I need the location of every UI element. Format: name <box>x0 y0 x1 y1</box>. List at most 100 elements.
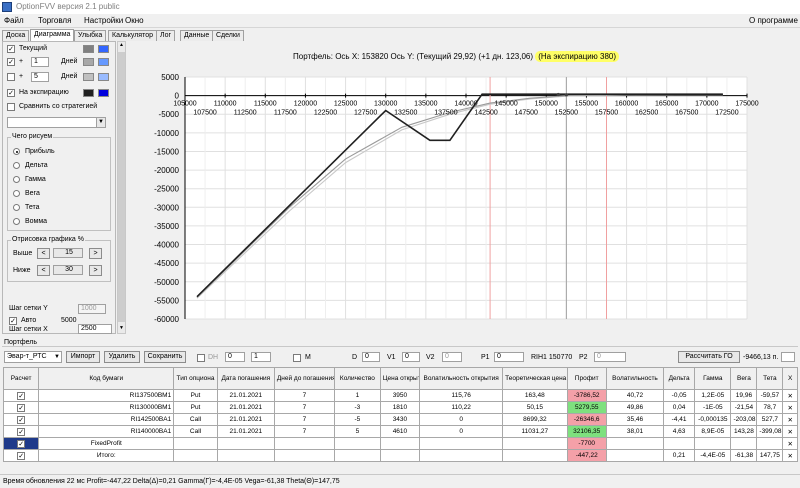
col-delta[interactable]: Дельта <box>663 367 696 390</box>
above-value[interactable]: 15 <box>53 248 83 258</box>
calc-checkbox[interactable]: ✓ <box>17 427 26 436</box>
scroll-thumb[interactable] <box>118 52 125 322</box>
col-open-vol[interactable]: Волатильность открытия <box>419 367 504 390</box>
fixed-profit-row[interactable]: ✓ FixedProfit -7700 ✕ <box>2 437 798 450</box>
fixed-calc-cell[interactable]: ✓ <box>2 437 40 450</box>
dh-spinner-1[interactable]: 0 <box>225 352 245 362</box>
plus1-days-input[interactable]: 1 <box>31 57 49 67</box>
above-decrease-button[interactable]: < <box>37 248 50 259</box>
table-row[interactable]: ✓ RI142500BA1 Call 21.01.2021 7 -5 3430 0 8699,3… <box>2 413 798 426</box>
d-input[interactable]: 0 <box>362 352 380 362</box>
tab-data[interactable]: Данные <box>180 30 214 41</box>
row-calc-checkbox[interactable]: ✓ <box>2 389 40 402</box>
menu-window[interactable]: Окно <box>125 16 144 25</box>
table-row[interactable]: ✓ RI130000BM1 Put 21.01.2021 7 -3 1810 110,22 50… <box>2 401 798 414</box>
p1-input[interactable]: 0 <box>494 352 524 362</box>
calc-checkbox[interactable]: ✓ <box>17 415 26 424</box>
tab-diagram[interactable]: Диаграмма <box>30 29 75 41</box>
table-row[interactable]: ✓ RI140000BA1 Call 21.01.2021 7 5 4610 0 11031,2… <box>2 425 798 438</box>
col-date[interactable]: Дата погашения <box>216 367 275 390</box>
settings-scrollbar[interactable]: ▲ ▼ <box>117 41 126 334</box>
radio-theta[interactable] <box>13 204 20 211</box>
calc-checkbox[interactable]: ✓ <box>17 391 26 400</box>
grid-x-select[interactable]: 2500 <box>78 324 112 334</box>
tab-calculator[interactable]: Калькулятор <box>108 30 157 41</box>
plus5-days-input[interactable]: 5 <box>31 72 49 82</box>
cell-delete[interactable]: ✕ <box>782 389 798 402</box>
p2-input[interactable]: 0 <box>594 352 626 362</box>
calculate-go-button[interactable]: Рассчитать ГО <box>678 351 740 363</box>
col-qty[interactable]: Количество <box>334 367 381 390</box>
menu-file[interactable]: Файл <box>4 16 24 25</box>
col-price[interactable]: Цена открытия <box>379 367 421 390</box>
menu-settings[interactable]: Настройки <box>84 16 123 25</box>
col-gamma[interactable]: Гамма <box>694 367 732 390</box>
menu-about[interactable]: О программе <box>749 16 798 25</box>
delete-button[interactable]: Удалить <box>104 351 140 363</box>
fixed-calc-checkbox[interactable]: ✓ <box>17 439 26 448</box>
cell-delete[interactable]: ✕ <box>782 401 798 414</box>
go-field[interactable] <box>781 352 795 362</box>
tab-log[interactable]: Лог <box>156 30 176 41</box>
auto-checkbox[interactable]: ✓ <box>9 317 17 325</box>
current-color-2[interactable] <box>98 45 109 53</box>
expiry-color-2[interactable] <box>98 89 109 97</box>
row-calc-checkbox[interactable]: ✓ <box>2 401 40 414</box>
expiry-color-1[interactable] <box>83 89 94 97</box>
menu-trading[interactable]: Торговля <box>38 16 71 25</box>
compare-strategy-checkbox[interactable] <box>7 103 15 111</box>
radio-vega[interactable] <box>13 190 20 197</box>
radio-gamma[interactable] <box>13 176 20 183</box>
below-decrease-button[interactable]: < <box>37 265 50 276</box>
col-theta[interactable]: Тета <box>756 367 784 390</box>
scroll-up-icon[interactable]: ▲ <box>118 42 125 50</box>
plus5-color-2[interactable] <box>98 73 109 81</box>
col-vega[interactable]: Вега <box>730 367 758 390</box>
cell-delete[interactable]: ✕ <box>782 425 798 438</box>
v1-input[interactable]: 0 <box>402 352 420 362</box>
grid-y-input[interactable]: 1000 <box>78 304 106 314</box>
m-checkbox[interactable] <box>293 354 301 362</box>
table-row[interactable]: ✓ RI137500BM1 Put 21.01.2021 7 1 3950 115,76 163… <box>2 389 798 402</box>
plus5-checkbox[interactable] <box>7 73 15 81</box>
plus1-color-2[interactable] <box>98 58 109 66</box>
col-vol[interactable]: Волатильность <box>605 367 665 390</box>
row-calc-checkbox[interactable]: ✓ <box>2 413 40 426</box>
plus1-checkbox[interactable]: ✓ <box>7 58 15 66</box>
radio-delta[interactable] <box>13 162 20 169</box>
calc-checkbox[interactable]: ✓ <box>17 403 26 412</box>
col-calc[interactable]: Расчет <box>2 367 40 390</box>
below-value[interactable]: 30 <box>53 265 83 275</box>
fixed-delete[interactable]: ✕ <box>782 437 798 450</box>
below-increase-button[interactable]: > <box>89 265 102 276</box>
import-button[interactable]: Импорт <box>66 351 100 363</box>
row-calc-checkbox[interactable]: ✓ <box>2 425 40 438</box>
col-code[interactable]: Код бумаги <box>38 367 175 390</box>
plus5-color-1[interactable] <box>83 73 94 81</box>
scroll-down-icon[interactable]: ▼ <box>118 325 125 333</box>
col-days[interactable]: Дней до погашения <box>273 367 336 390</box>
current-checkbox[interactable]: ✓ <box>7 45 15 53</box>
col-profit[interactable]: Профит <box>566 367 607 390</box>
total-delete[interactable]: ✕ <box>782 449 798 462</box>
expiry-checkbox[interactable]: ✓ <box>7 89 15 97</box>
dh-spinner-2[interactable]: 1 <box>251 352 271 362</box>
above-increase-button[interactable]: > <box>89 248 102 259</box>
v2-input[interactable]: 0 <box>442 352 462 362</box>
col-theo[interactable]: Теоретическая цена <box>502 367 568 390</box>
current-color-1[interactable] <box>83 45 94 53</box>
tab-trades[interactable]: Сделки <box>212 30 244 41</box>
plus1-color-1[interactable] <box>83 58 94 66</box>
cell-delete[interactable]: ✕ <box>782 413 798 426</box>
portfolio-select[interactable]: Эвар-т_РТС ▼ <box>4 351 62 363</box>
col-type[interactable]: Тип опциона <box>173 367 218 390</box>
col-x[interactable]: X <box>782 367 798 390</box>
tab-board[interactable]: Доска <box>2 30 30 41</box>
save-button[interactable]: Сохранить <box>144 351 186 363</box>
radio-vomma[interactable] <box>13 218 20 225</box>
strategy-dropdown[interactable]: ▼ <box>7 117 106 128</box>
total-calc-checkbox[interactable]: ✓ <box>17 451 26 460</box>
radio-profit[interactable] <box>13 148 20 155</box>
dh-checkbox[interactable] <box>197 354 205 362</box>
tab-smile[interactable]: Улыбка <box>74 30 107 41</box>
